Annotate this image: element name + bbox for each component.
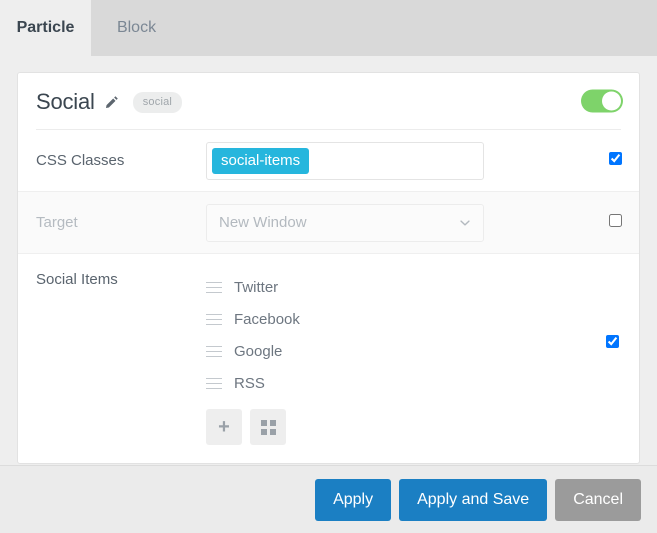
css-classes-override-checkbox[interactable] xyxy=(609,152,622,170)
field-row-target: Target New Window xyxy=(18,192,639,254)
apply-button[interactable]: Apply xyxy=(315,479,391,521)
checkbox-input[interactable] xyxy=(609,214,622,227)
drag-handle-icon[interactable] xyxy=(206,376,222,391)
target-label: Target xyxy=(36,214,206,231)
pencil-icon[interactable] xyxy=(104,95,119,110)
list-item[interactable]: Facebook xyxy=(206,303,621,335)
target-control: New Window xyxy=(206,204,621,242)
chevron-down-icon xyxy=(458,216,472,230)
social-items-list: Twitter Facebook Google RSS + xyxy=(206,271,621,445)
action-footer: Apply Apply and Save Cancel xyxy=(0,465,657,533)
list-item[interactable]: RSS xyxy=(206,367,621,399)
drag-handle-icon[interactable] xyxy=(206,344,222,359)
list-item-label: Facebook xyxy=(234,311,300,328)
tab-particle[interactable]: Particle xyxy=(0,0,91,56)
cancel-button[interactable]: Cancel xyxy=(555,479,641,521)
list-item[interactable]: Twitter xyxy=(206,271,621,303)
drag-handle-icon[interactable] xyxy=(206,312,222,327)
settings-card: Social social CSS Classes social-items T… xyxy=(17,72,640,464)
css-classes-input[interactable]: social-items xyxy=(206,142,484,180)
list-item[interactable]: Google xyxy=(206,335,621,367)
add-item-button[interactable]: + xyxy=(206,409,242,445)
field-row-social-items: Social Items Twitter Facebook Google RSS… xyxy=(18,254,639,463)
tab-bar-filler xyxy=(182,0,657,56)
target-override-checkbox[interactable] xyxy=(609,214,622,232)
target-select[interactable]: New Window xyxy=(206,204,484,242)
tab-block-label: Block xyxy=(117,19,156,37)
enable-toggle[interactable] xyxy=(581,90,623,113)
list-item-label: RSS xyxy=(234,375,265,392)
pick-items-button[interactable] xyxy=(250,409,286,445)
status-badge: social xyxy=(133,92,182,113)
checkbox-input[interactable] xyxy=(606,335,619,348)
tab-particle-label: Particle xyxy=(17,19,75,37)
field-row-css-classes: CSS Classes social-items xyxy=(18,130,639,192)
social-items-label: Social Items xyxy=(36,271,206,445)
tab-bar: Particle Block xyxy=(0,0,657,56)
list-item-label: Twitter xyxy=(234,279,278,296)
page-title: Social xyxy=(36,89,95,115)
drag-handle-icon[interactable] xyxy=(206,280,222,295)
tab-block[interactable]: Block xyxy=(91,0,182,56)
plus-icon: + xyxy=(218,417,230,437)
card-header: Social social xyxy=(18,73,639,129)
social-items-override-checkbox[interactable] xyxy=(602,332,622,353)
target-select-value: New Window xyxy=(219,214,307,231)
css-classes-control: social-items xyxy=(206,142,621,180)
css-classes-label: CSS Classes xyxy=(36,152,206,169)
social-items-actions: + xyxy=(206,409,621,445)
apply-and-save-button[interactable]: Apply and Save xyxy=(399,479,547,521)
list-item-label: Google xyxy=(234,343,282,360)
grid-icon xyxy=(261,420,276,435)
checkbox-input[interactable] xyxy=(609,152,622,165)
tag-chip[interactable]: social-items xyxy=(212,148,309,174)
toggle-knob xyxy=(602,92,621,111)
